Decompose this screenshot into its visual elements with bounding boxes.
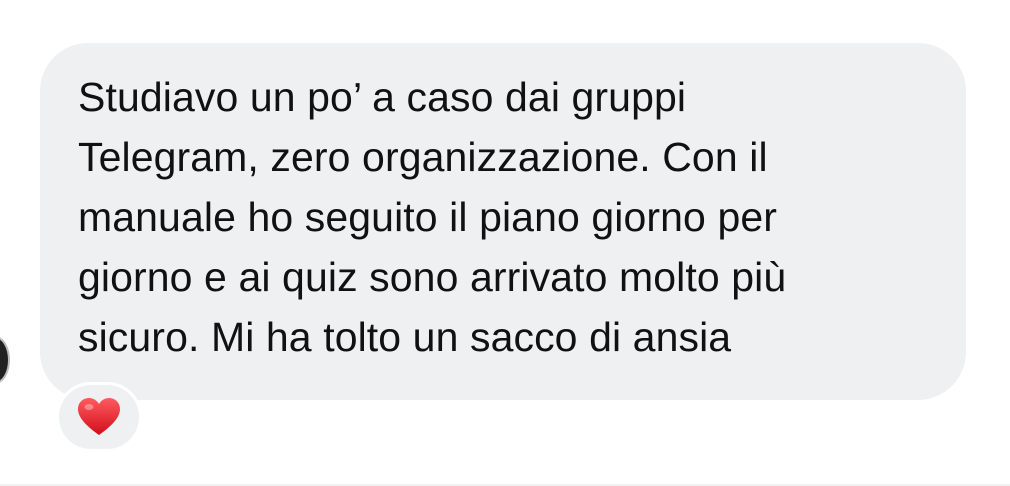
reaction-badge[interactable] [56, 382, 142, 452]
message-bubble[interactable]: Studiavo un po’ a caso dai gruppi Telegr… [40, 43, 966, 400]
message-text: Studiavo un po’ a caso dai gruppi Telegr… [78, 74, 787, 360]
heart-icon [78, 398, 120, 435]
sender-avatar[interactable] [0, 336, 10, 384]
